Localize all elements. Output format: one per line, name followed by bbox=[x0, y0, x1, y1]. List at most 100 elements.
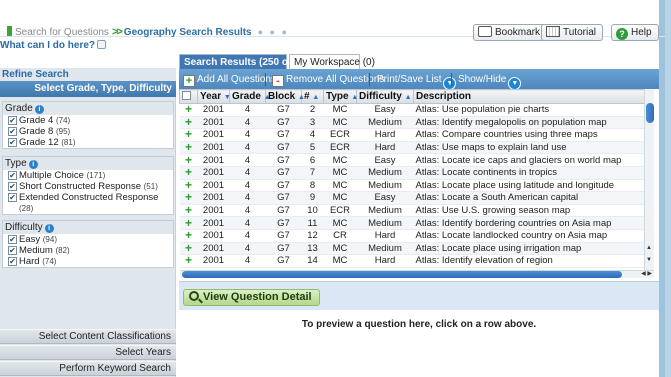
cell-block: G7 bbox=[265, 153, 302, 167]
table-row[interactable]: +2001 4 G7 7 MC Medium Atlas: Locate continent… bbox=[179, 166, 644, 180]
add-question-icon[interactable]: + bbox=[179, 141, 198, 155]
info-icon[interactable]: i bbox=[34, 105, 44, 114]
column-header-type[interactable]: Type ▲ bbox=[323, 89, 358, 104]
filter-option-grade-8[interactable]: ✔ Grade 8 (95) bbox=[3, 126, 173, 137]
filter-option-medium[interactable]: ✔ Medium (82) bbox=[3, 245, 173, 256]
table-row[interactable]: +2001 4 G7 3 MC Medium Atlas: Identify megalop… bbox=[179, 116, 644, 130]
tutorial-button[interactable]: Tutorial bbox=[541, 24, 603, 41]
table-row[interactable]: +2001 4 G7 2 MC Easy Atlas: Use population pie… bbox=[179, 103, 644, 117]
cell-block: G7 bbox=[265, 116, 302, 130]
what-can-i-do-link[interactable]: What can I do here? bbox=[0, 40, 107, 51]
cell-block: G7 bbox=[265, 103, 302, 117]
select-years-button[interactable]: Select Years bbox=[0, 345, 176, 360]
filter-option-grade-4[interactable]: ✔ Grade 4 (74) bbox=[3, 115, 173, 126]
table-row[interactable]: +2001 4 G7 12 CR Hard Atlas: Locate landlocked… bbox=[179, 229, 644, 243]
add-question-icon[interactable]: + bbox=[179, 166, 198, 180]
select-all-checkbox[interactable] bbox=[182, 91, 191, 100]
tab-my-workspace[interactable]: My Workspace (0) bbox=[289, 54, 375, 69]
help-button[interactable]: ? Help bbox=[611, 24, 659, 41]
table-row[interactable]: +2001 4 G7 14 MC Hard Atlas: Identify elevatio… bbox=[179, 254, 644, 268]
table-row[interactable]: +2001 4 G7 11 MC Medium Atlas: Identify border… bbox=[179, 216, 644, 230]
table-row[interactable]: +2001 4 G7 13 MC Medium Atlas: Locate place us… bbox=[179, 242, 644, 256]
info-icon[interactable]: i bbox=[44, 224, 54, 233]
cell-grade: 4 bbox=[229, 229, 266, 243]
cell-number: 4 bbox=[301, 128, 324, 142]
cell-grade: 4 bbox=[229, 254, 266, 268]
add-question-icon[interactable]: + bbox=[179, 216, 198, 230]
add-question-icon[interactable]: + bbox=[179, 191, 198, 205]
cell-year: 2001 bbox=[197, 229, 230, 243]
filter-option-grade-12[interactable]: ✔ Grade 12 (81) bbox=[3, 137, 173, 148]
column-header-label: # bbox=[304, 91, 310, 102]
vertical-scrollbar[interactable]: ▲ ▼ bbox=[644, 89, 654, 270]
tab-search-results[interactable]: Search Results (250 of 250) bbox=[179, 54, 314, 69]
cell-type: MC bbox=[323, 179, 357, 193]
filter-option-easy[interactable]: ✔ Easy (94) bbox=[3, 234, 173, 245]
column-header-block[interactable]: Block ▲ bbox=[265, 89, 305, 104]
scroll-down-icon[interactable]: ▼ bbox=[646, 257, 652, 263]
breadcrumb-search-link[interactable]: Search for Questions bbox=[15, 27, 109, 38]
refine-subtitle[interactable]: Select Grade, Type, Difficulty bbox=[0, 81, 176, 97]
cell-type: MC bbox=[323, 116, 357, 130]
table-row[interactable]: +2001 4 G7 5 ECR Hard Atlas: Use maps to expla… bbox=[179, 141, 644, 155]
add-question-icon[interactable]: + bbox=[179, 128, 198, 142]
checkbox-grade-12[interactable]: ✔ bbox=[8, 138, 17, 147]
view-question-detail-button[interactable]: View Question Detail bbox=[183, 289, 320, 306]
checkbox-easy[interactable]: ✔ bbox=[8, 235, 17, 244]
bookmark-button[interactable]: Bookmark bbox=[473, 24, 548, 41]
info-icon[interactable]: i bbox=[28, 160, 38, 169]
horizontal-scrollbar[interactable]: ◀ ▶ bbox=[180, 270, 654, 278]
column-header-difficulty[interactable]: Difficulty ▲ bbox=[356, 89, 414, 104]
select-content-classifications-button[interactable]: Select Content Classifications bbox=[0, 329, 176, 344]
filter-option-extended-constructed[interactable]: ✔ Extended Constructed Response (28) bbox=[3, 192, 173, 214]
toolbar-divider bbox=[451, 73, 452, 86]
horizontal-scroll-thumb[interactable] bbox=[182, 271, 622, 278]
filter-option-multiple-choice[interactable]: ✔ Multiple Choice (171) bbox=[3, 170, 173, 181]
checkbox-extended-constructed[interactable]: ✔ bbox=[8, 193, 17, 202]
add-question-icon[interactable]: + bbox=[179, 204, 198, 218]
column-header-label: Difficulty bbox=[359, 91, 402, 102]
checkbox-hard[interactable]: ✔ bbox=[8, 257, 17, 266]
add-question-icon[interactable]: + bbox=[179, 254, 198, 268]
add-question-icon[interactable]: + bbox=[179, 116, 198, 130]
print-save-list-button[interactable]: Print/Save List ▼ bbox=[377, 72, 457, 90]
option-count: (74) bbox=[55, 116, 71, 125]
filter-option-hard[interactable]: ✔ Hard (74) bbox=[3, 256, 173, 267]
option-count: (82) bbox=[55, 246, 70, 255]
add-question-icon[interactable]: + bbox=[179, 242, 198, 256]
add-all-button[interactable]: + Add All Questions bbox=[183, 72, 276, 87]
column-header-number[interactable]: # ▲ bbox=[301, 89, 324, 104]
cell-difficulty: Hard bbox=[356, 128, 414, 142]
column-header-grade[interactable]: Grade ▲ bbox=[229, 89, 271, 104]
table-row[interactable]: +2001 4 G7 4 ECR Hard Atlas: Compare countries… bbox=[179, 128, 644, 142]
checkbox-grade-8[interactable]: ✔ bbox=[8, 127, 17, 136]
table-row[interactable]: +2001 4 G7 9 MC Easy Atlas: Locate a South Ame… bbox=[179, 191, 644, 205]
add-question-icon[interactable]: + bbox=[179, 103, 198, 117]
checkbox-short-constructed[interactable]: ✔ bbox=[8, 182, 17, 191]
keyword-search-button[interactable]: Perform Keyword Search bbox=[0, 361, 176, 376]
add-question-icon[interactable]: + bbox=[179, 153, 198, 167]
vertical-scroll-thumb[interactable] bbox=[646, 103, 654, 123]
magnifier-icon bbox=[189, 291, 199, 301]
checkbox-medium[interactable]: ✔ bbox=[8, 246, 17, 255]
remove-all-button[interactable]: - Remove All Questions bbox=[272, 72, 384, 87]
cell-difficulty: Hard bbox=[356, 229, 414, 243]
help-label: Help bbox=[631, 27, 652, 38]
cell-block: G7 bbox=[265, 216, 302, 230]
add-question-icon[interactable]: + bbox=[179, 229, 198, 243]
table-row[interactable]: +2001 4 G7 6 MC Easy Atlas: Locate ice caps an… bbox=[179, 153, 644, 167]
cell-type: MC bbox=[323, 191, 357, 205]
column-header-description[interactable]: Description bbox=[413, 89, 644, 104]
scroll-left-right-icon[interactable]: ◀ ▶ bbox=[641, 270, 652, 277]
table-row[interactable]: +2001 4 G7 10 ECR Medium Atlas: Use U.S. growi… bbox=[179, 204, 644, 218]
column-header-year[interactable]: Year ▼ bbox=[197, 89, 231, 104]
show-hide-button[interactable]: Show/Hide ▼ bbox=[458, 72, 522, 90]
filter-option-short-constructed[interactable]: ✔ Short Constructed Response (51) bbox=[3, 181, 173, 192]
select-all-header[interactable] bbox=[179, 89, 198, 104]
add-question-icon[interactable]: + bbox=[179, 179, 198, 193]
table-row[interactable]: +2001 4 G7 8 MC Medium Atlas: Locate place usi… bbox=[179, 179, 644, 193]
checkbox-multiple-choice[interactable]: ✔ bbox=[8, 171, 17, 180]
cell-grade: 4 bbox=[229, 191, 266, 205]
scroll-up-icon[interactable]: ▲ bbox=[646, 245, 652, 251]
checkbox-grade-4[interactable]: ✔ bbox=[8, 116, 17, 125]
